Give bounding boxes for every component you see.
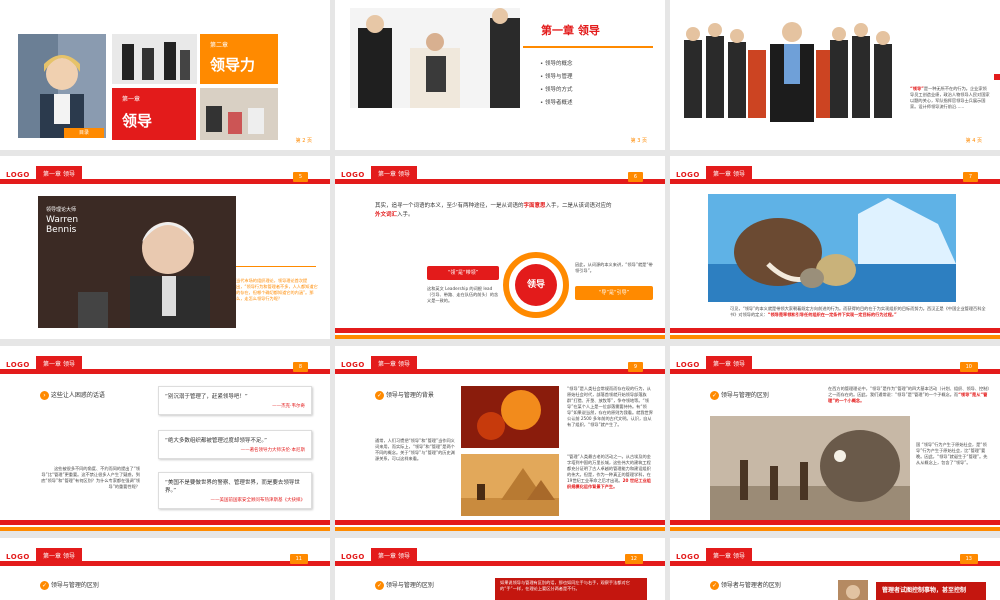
section-title: › 这些让人困惑的话语 [40, 390, 105, 400]
intro-text: 其实，追寻一个词语的本义，至少有两种途径，一是从词语的字面意思入手，二是从该词语… [375, 202, 615, 220]
pyramids-photo [461, 454, 559, 516]
slide-thumb-13[interactable]: LOGO 第一章 领导 1.2 领导与管理 13 ✓ 领导者与管理者的区别 管理… [670, 538, 1000, 600]
toc-item[interactable]: • 领导的方式 [540, 84, 573, 97]
top-text: 在西方的管理理论中，“领导”是作为“管理”的四大基本活动（计划、组织、领导、控制… [828, 386, 990, 404]
caption: 可见，“领导”的本义就是带领大家朝着既定方向前进的行为。而获得的目的在于为实现组… [730, 306, 990, 318]
toc-item[interactable]: • 领导者概述 [540, 97, 573, 110]
slide-thumb-11[interactable]: LOGO 第一章 领导 1.2 领导与管理 11 ✓ 领导与管理的区别 [0, 538, 330, 600]
quote-card-2: “绝大多数组织都被管理过度却领导不足。”——著名领导力大师沃伦·本尼斯 [158, 430, 312, 459]
portrait-photo [838, 580, 868, 600]
section-title: ✓ 领导与管理的区别 [375, 580, 434, 590]
woman-photo [18, 34, 106, 138]
mini-label: 目录 [64, 128, 104, 138]
highlight-box: 如果说领导与管理有区别的话，那也如同左手与右手，观察手法都对它的“手”一样，在理… [495, 578, 647, 600]
slide-description: “领导”是一种无所不在的行为。企业家领导员工创造业绩，政治人物领导人民对国家以题… [910, 86, 990, 110]
chapter-tag: 第一章 领导 [36, 166, 82, 184]
toc-item[interactable]: • 领导与管理 [540, 71, 573, 84]
slide-thumbnail-grid: 目录 第二章 领导力 第一章 领导 第 2 页 第一章 领导 • 领导的概念 [0, 0, 1000, 600]
check-icon: ✓ [40, 581, 49, 590]
check-icon: ✓ [375, 581, 384, 590]
slide-thumb-9[interactable]: LOGO 第一章 领导 1.2 领导与管理 9 ✓ 领导与管理的背景 “领导”是… [335, 346, 665, 531]
caveman-photo [710, 416, 910, 521]
check-icon: ✓ [375, 391, 384, 400]
quote-card-3: “美国不是要做世界的警察、管理世界，而是要去领导世界。”——美国前国家安全顾问布… [158, 472, 312, 509]
section-title: ✓ 领导与管理的区别 [40, 580, 99, 590]
chapter1-card[interactable]: 第一章 领导 [112, 88, 196, 140]
page-number: 5 [293, 172, 308, 182]
slide-thumb-6[interactable]: LOGO 第一章 领导 1.1 领导的概念 6 其实，追寻一个词语的本义，至少有… [335, 156, 665, 339]
slide-header: LOGO 第一章 领导 1.1 领导的概念 5 [0, 166, 330, 188]
right-text: 因此，从词源的本义来讲，“领导”就是“带领引导”。 [575, 262, 655, 274]
tag-lead: “领”是“带领” [427, 266, 499, 280]
business-photo [350, 8, 520, 108]
slide-header: LOGO 第一章 领导 1.2 领导与管理 12 [335, 548, 665, 570]
slide-thumb-5[interactable]: LOGO 第一章 领导 1.1 领导的概念 5 领导理论大师 Warren Be… [0, 156, 330, 339]
slide-thumb-12[interactable]: LOGO 第一章 领导 1.2 领导与管理 12 ✓ 领导与管理的区别 如果说领… [335, 538, 665, 600]
left-text: 这些被很多不同的角度、不约而同的提出了“领导”比“管理”更重要。这不禁让很多人产… [40, 466, 140, 490]
slide-header: LOGO 第一章 领导 1.2 领导与管理 8 [0, 356, 330, 378]
toc-list: • 领导的概念 • 领导与管理 • 领导的方式 • 领导者概述 [540, 58, 573, 110]
section-title: ✓ 领导者与管理者的区别 [710, 580, 781, 590]
slide-thumb-3[interactable]: 第一章 领导 • 领导的概念 • 领导与管理 • 领导的方式 • 领导者概述 第… [335, 0, 665, 150]
toc-item[interactable]: • 领导的概念 [540, 58, 573, 71]
side-text: 当代市场的组织理论，领导理论首次提出，“领导行为和管理者不多，人人都知道它的存在… [236, 278, 318, 302]
logo: LOGO [6, 171, 30, 179]
slide-header: LOGO 第一章 领导 1.1 领导的概念 6 [335, 166, 665, 188]
right-text: “领导”是人类社会常规而而存在现的行为，从原始社会时代，部落首领就开始领导部落族… [567, 386, 653, 428]
battle-photo [461, 386, 559, 448]
slide-header: LOGO 第一章 领导 1.2 领导与管理 11 [0, 548, 330, 570]
quote-card-1: “别沉溺于管理了，赶紧领导吧！”——杰克·韦尔奇 [158, 386, 312, 415]
check-icon: ✓ [710, 581, 719, 590]
ice-age-photo [708, 194, 956, 302]
center-circle: 领导 [515, 264, 557, 306]
divider [236, 266, 316, 267]
slide-header: LOGO 第一章 领导 1.2 领导与管理 9 [335, 356, 665, 378]
section-title: ✓ 领导与管理的背景 [375, 390, 434, 400]
page-number: 第 2 页 [296, 137, 312, 144]
page-number: 第 3 页 [631, 137, 647, 144]
check-icon: ✓ [710, 391, 719, 400]
slide-header: LOGO 第一章 领导 1.2 领导与管理 13 [670, 548, 1000, 570]
section-label: 1.1 领导的概念 [88, 171, 126, 179]
office-photo [200, 88, 278, 140]
tag-guide: “导”是“引导” [575, 286, 653, 300]
meeting-photo [112, 34, 197, 84]
name-caption: 领导理论大师 Warren Bennis [46, 206, 78, 235]
slide-thumb-10[interactable]: LOGO 第一章 领导 1.2 领导与管理 10 ✓ 领导与管理的区别 在西方的… [670, 346, 1000, 531]
slide-header: LOGO 第一章 领导 1.1 领导的概念 7 [670, 166, 1000, 188]
chapter2-card[interactable]: 第二章 领导力 [200, 34, 278, 84]
section-title: ✓ 领导与管理的区别 [710, 390, 769, 400]
banner: 管理者试图控制事物，甚至控制 [876, 582, 986, 600]
slide-thumb-7[interactable]: LOGO 第一章 领导 1.1 领导的概念 7 可见，“领导”的本义就是带领大家… [670, 156, 1000, 339]
slide-thumb-2[interactable]: 目录 第二章 领导力 第一章 领导 第 2 页 [0, 0, 330, 150]
mid-text: 通常，人们习惯把“领导”和“管理”当作同义词来用，而实际上，“领导”和“管理”是… [375, 438, 457, 462]
team-photo [680, 10, 905, 122]
slide-title-box: 第一章 领导 [523, 22, 653, 48]
lower-text: “管理”人类最古老的活动之一。从古埃及的金字塔到中国的万里长城，这些伟大的建筑工… [567, 454, 653, 490]
slide-thumb-4[interactable]: “领导”是一种无所不在的行为。企业家领导员工创造业绩，政治人物领导人民对国家以题… [670, 0, 1000, 150]
left-text: 这和英文 Leadership 的词根 lead（引导、带路、走在队伍的前头）的… [427, 286, 499, 304]
right-text: 国 “领导”行为产生于原始社会，是“领导”行为产生于原始社会，比“管理”要晚。因… [916, 442, 990, 466]
arrow-icon: › [40, 391, 49, 400]
slide-thumb-8[interactable]: LOGO 第一章 领导 1.2 领导与管理 8 › 这些让人困惑的话语 “别沉溺… [0, 346, 330, 531]
accent-marker [994, 74, 1000, 80]
slide-header: LOGO 第一章 领导 1.2 领导与管理 10 [670, 356, 1000, 378]
page-number: 第 4 页 [966, 137, 982, 144]
